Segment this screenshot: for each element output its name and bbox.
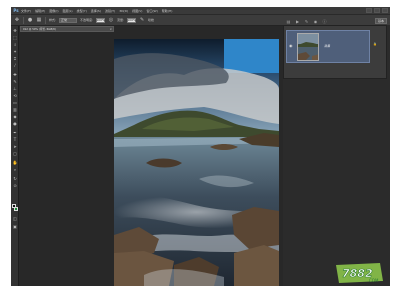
layer-name: 背景	[324, 44, 331, 48]
right-panel-dock: ◉ 背景 🔒	[283, 25, 390, 286]
healing-icon[interactable]: ✚	[12, 72, 18, 77]
marquee-icon[interactable]: ⬚	[12, 35, 18, 40]
divider	[45, 16, 46, 24]
shape-icon[interactable]: ▢	[12, 151, 18, 156]
menu-3d[interactable]: 3D(D)	[119, 9, 128, 13]
flow-label: 流量:	[117, 18, 125, 22]
document-title: 012 @ 50% (背景, RGB/8)	[23, 28, 56, 31]
opacity-input[interactable]: 100%	[96, 17, 106, 23]
style-select[interactable]: 正常	[59, 17, 78, 23]
menu-edit[interactable]: 编辑(E)	[35, 9, 45, 13]
blur-icon[interactable]: ◆	[12, 114, 18, 119]
screen-mode-icon[interactable]: ▣	[12, 224, 18, 229]
svg-text:COM: COM	[369, 278, 379, 283]
move-tool-icon[interactable]: ✥	[12, 28, 18, 33]
brush-preset-icon[interactable]: ●	[27, 17, 33, 23]
menu-image[interactable]: 图像(I)	[49, 9, 58, 13]
close-window-button[interactable]	[382, 8, 388, 13]
gradient-icon[interactable]: ▥	[12, 107, 18, 112]
menu-view[interactable]: 视图(V)	[132, 9, 142, 13]
menu-layer[interactable]: 图层(L)	[63, 9, 73, 13]
photoshop-window: Ps 文件(F) 编辑(E) 图像(I) 图层(L) 类型(Y) 选择(S) 滤…	[11, 7, 390, 286]
background-color-swatch[interactable]	[14, 207, 18, 211]
pressure-opacity-icon[interactable]: ◎	[108, 17, 114, 23]
lasso-icon[interactable]: ↆ	[12, 42, 18, 47]
pen-icon[interactable]: ✒	[12, 130, 18, 135]
eye-icon[interactable]: ◉	[289, 44, 293, 48]
actions-icon[interactable]: ▶	[295, 19, 300, 24]
app-logo: Ps	[13, 8, 19, 13]
layers-panel: ◉ 背景 🔒	[283, 25, 387, 79]
menu-file[interactable]: 文件(F)	[21, 9, 31, 13]
menu-help[interactable]: 帮助(H)	[162, 9, 173, 13]
layer-row[interactable]: ◉ 背景	[286, 30, 370, 63]
panel-toolbar: ▤ ▶ ✎ ◉ ⓘ 基本	[283, 18, 387, 25]
path-select-icon[interactable]: ➤	[12, 144, 18, 149]
brush-icon[interactable]: ✎	[304, 19, 309, 24]
style-label: 样式:	[49, 18, 57, 22]
history-icon[interactable]: ▤	[286, 19, 291, 24]
hand-icon[interactable]: ✋	[12, 160, 18, 165]
site-watermark-logo: 7882 COM	[333, 262, 385, 284]
maximize-button[interactable]	[374, 8, 380, 13]
eyedropper-icon[interactable]: ⁄	[12, 63, 18, 68]
clone-icon[interactable]: ◉	[313, 19, 318, 24]
airbrush-icon[interactable]: ✎	[139, 17, 145, 23]
type-icon[interactable]: T	[12, 137, 18, 142]
3d-camera-icon[interactable]: ⊙	[12, 183, 18, 188]
zoom-icon[interactable]: ⌕	[12, 167, 18, 172]
brush-panel-icon[interactable]: ▦	[36, 17, 42, 23]
window-controls	[366, 8, 388, 13]
eraser-icon[interactable]: ▭	[12, 100, 18, 105]
menu-select[interactable]: 选择(S)	[91, 9, 101, 13]
lock-icon: 🔒	[373, 42, 377, 46]
opacity-label: 不透明度:	[80, 18, 94, 22]
menu-filter[interactable]: 滤镜(T)	[105, 9, 115, 13]
workspace-select[interactable]: 基本	[375, 18, 387, 24]
dodge-icon[interactable]: ●	[12, 121, 18, 126]
info-icon[interactable]: ⓘ	[322, 19, 327, 24]
move-icon[interactable]: ✥	[14, 17, 20, 23]
watermark-graphic: 7882 COM	[336, 263, 383, 283]
crop-icon[interactable]: ⌗	[12, 56, 18, 61]
menu-type[interactable]: 类型(Y)	[77, 9, 87, 13]
tools-panel: ✥ ⬚ ↆ ✦ ⌗ ⁄ ✚ ✎ ⊥ ⟲ ▭ ▥ ◆ ● ✒ T ➤ ▢ ✋ ⌕ …	[11, 26, 19, 286]
airbrush-label: 喷枪	[148, 18, 155, 22]
landscape-photo	[114, 39, 279, 286]
layer-thumbnail-image	[298, 34, 318, 60]
brush-tool-icon[interactable]: ✎	[12, 79, 18, 84]
history-brush-icon[interactable]: ⟲	[12, 93, 18, 98]
minimize-button[interactable]	[366, 8, 372, 13]
canvas-area[interactable]	[20, 32, 280, 286]
layer-thumbnail[interactable]	[297, 33, 319, 61]
menu-window[interactable]: 窗口(W)	[146, 9, 157, 13]
flow-input[interactable]: 100%	[127, 17, 137, 23]
menu-bar: Ps 文件(F) 编辑(E) 图像(I) 图层(L) 类型(Y) 选择(S) 滤…	[11, 7, 390, 15]
document-image[interactable]	[114, 39, 279, 286]
divider	[23, 16, 24, 24]
quick-mask-icon[interactable]: ◫	[12, 216, 18, 221]
quick-select-icon[interactable]: ✦	[12, 49, 18, 54]
close-icon[interactable]: ×	[109, 27, 112, 31]
stamp-icon[interactable]: ⊥	[12, 86, 18, 91]
3d-rotate-icon[interactable]: ↻	[12, 176, 18, 181]
